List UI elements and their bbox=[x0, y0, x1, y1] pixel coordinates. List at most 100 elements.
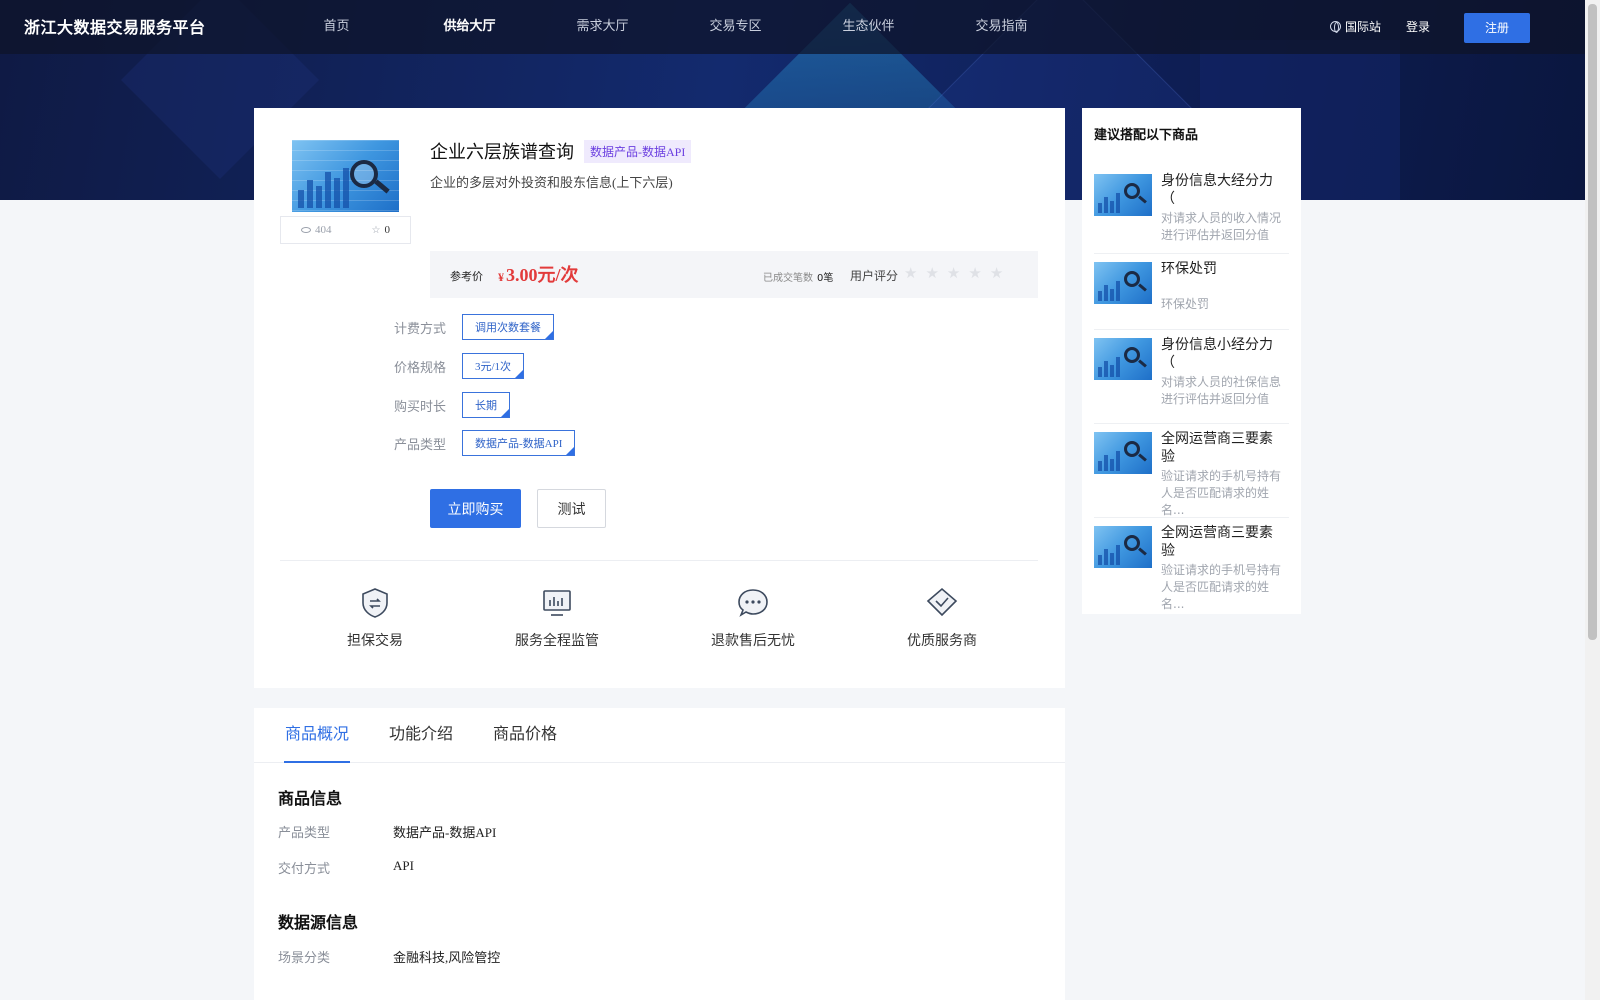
product-title: 企业六层族谱查询 bbox=[430, 142, 574, 162]
info-row-product-type: 产品类型 数据产品-数据API bbox=[278, 822, 496, 841]
spec-label: 产品类型 bbox=[394, 437, 447, 453]
spec-option-product-type[interactable]: 数据产品-数据API bbox=[462, 430, 576, 456]
recommended-thumbnail bbox=[1094, 338, 1152, 380]
globe-icon bbox=[1330, 21, 1341, 33]
section-title-data-source: 数据源信息 bbox=[278, 913, 359, 932]
favorite-count[interactable]: ☆ 0 bbox=[372, 224, 390, 236]
international-site-link[interactable]: 国际站 bbox=[1330, 18, 1381, 35]
favorite-count-value: 0 bbox=[384, 224, 390, 236]
price-bar: 参考价 ¥3.00元/次 已成交笔数 0笔 用户评分 ★ ★ ★ ★ ★ bbox=[430, 251, 1038, 298]
rating-stars: ★ ★ ★ ★ ★ bbox=[904, 264, 1003, 282]
monitor-chart-icon bbox=[543, 590, 571, 616]
nav-item-supply-hall[interactable]: 供给大厅 bbox=[403, 0, 536, 54]
scrollbar-thumb[interactable] bbox=[1588, 4, 1597, 640]
thumbnail-bars bbox=[1098, 545, 1120, 565]
spec-option-billing[interactable]: 调用次数套餐 bbox=[462, 314, 554, 340]
main-nav: 首页 供给大厅 需求大厅 交易专区 生态伙伴 交易指南 bbox=[270, 0, 1068, 54]
recommendation-panel: 建议搭配以下商品 身份信息大经分力（ 对请求人员的收入情况进行评估并返回分值 环… bbox=[1082, 108, 1301, 614]
register-button[interactable]: 注册 bbox=[1464, 13, 1530, 43]
nav-item-home[interactable]: 首页 bbox=[270, 0, 403, 54]
magnifier-handle bbox=[1138, 359, 1147, 368]
feature-full-supervision: 服务全程监管 bbox=[482, 586, 632, 650]
feature-quality-provider: 优质服务商 bbox=[867, 586, 1017, 650]
tab-overview[interactable]: 商品概况 bbox=[284, 708, 351, 763]
shield-exchange-icon bbox=[362, 588, 388, 618]
thumbnail-bars bbox=[1098, 281, 1120, 301]
page-scrollbar[interactable] bbox=[1585, 0, 1600, 1000]
nav-item-demand-hall[interactable]: 需求大厅 bbox=[536, 0, 669, 54]
recommendation-title: 建议搭配以下商品 bbox=[1094, 128, 1199, 143]
nav-item-partners[interactable]: 生态伙伴 bbox=[802, 0, 935, 54]
spec-row-product-type: 产品类型 数据产品-数据API bbox=[394, 430, 576, 456]
recommended-thumbnail bbox=[1094, 262, 1152, 304]
info-value: 数据产品-数据API bbox=[393, 825, 497, 840]
service-features: 担保交易 服务全程监管 退款售后无忧 优质服务商 bbox=[280, 586, 1038, 666]
recommended-name: 身份信息大经分力（ bbox=[1161, 173, 1273, 207]
magnifier-handle bbox=[1138, 547, 1147, 556]
product-type-tag: 数据产品-数据API bbox=[584, 139, 692, 163]
star-icon[interactable]: ★ bbox=[947, 264, 960, 282]
deal-count-label: 已成交笔数 bbox=[763, 273, 813, 284]
recommended-name: 环保处罚 bbox=[1161, 261, 1217, 277]
login-link[interactable]: 登录 bbox=[1406, 18, 1430, 35]
info-key: 场景分类 bbox=[278, 951, 331, 966]
info-row-delivery: 交付方式 API bbox=[278, 858, 414, 877]
nav-item-trade-guide[interactable]: 交易指南 bbox=[935, 0, 1068, 54]
thumbnail-bars bbox=[298, 168, 349, 208]
recommended-desc: 环保处罚 bbox=[1161, 297, 1210, 311]
magnifier-handle bbox=[1138, 283, 1147, 292]
recommended-name: 全网运营商三要素验 bbox=[1161, 431, 1273, 465]
chat-bubble-icon bbox=[738, 589, 768, 617]
diamond-check-icon bbox=[926, 587, 958, 617]
spec-label: 购买时长 bbox=[394, 399, 447, 415]
tab-features[interactable]: 功能介绍 bbox=[388, 708, 454, 763]
deal-count-value: 0笔 bbox=[817, 273, 834, 284]
spec-row-billing: 计费方式 调用次数套餐 bbox=[394, 314, 554, 340]
recommended-thumbnail bbox=[1094, 432, 1152, 474]
recommended-name: 全网运营商三要素验 bbox=[1161, 525, 1273, 559]
info-value: API bbox=[393, 858, 414, 873]
spec-label: 价格规格 bbox=[394, 360, 447, 376]
recommended-item[interactable]: 环保处罚 环保处罚 bbox=[1094, 254, 1289, 330]
magnifier-icon bbox=[350, 160, 378, 188]
price-value: ¥3.00元/次 bbox=[498, 261, 579, 287]
price-amount: 3.00元/次 bbox=[506, 265, 579, 285]
info-key: 交付方式 bbox=[278, 862, 331, 877]
recommended-item[interactable]: 身份信息大经分力（ 对请求人员的收入情况进行评估并返回分值 bbox=[1094, 166, 1289, 254]
spec-option-duration[interactable]: 长期 bbox=[462, 392, 510, 418]
recommended-item[interactable]: 全网运营商三要素验 验证请求的手机号持有人是否匹配请求的姓名... bbox=[1094, 518, 1289, 614]
thumbnail-bars bbox=[1098, 193, 1120, 213]
star-icon[interactable]: ★ bbox=[968, 264, 981, 282]
divider bbox=[280, 560, 1038, 561]
spec-row-price-spec: 价格规格 3元/1次 bbox=[394, 353, 525, 379]
site-logo[interactable]: 浙江大数据交易服务平台 bbox=[24, 14, 206, 38]
test-button[interactable]: 测试 bbox=[537, 489, 606, 528]
top-navbar: 浙江大数据交易服务平台 首页 供给大厅 需求大厅 交易专区 生态伙伴 交易指南 … bbox=[0, 0, 1600, 54]
price-label: 参考价 bbox=[450, 270, 483, 283]
info-row-scenario: 场景分类 金融科技,风险管控 bbox=[278, 947, 500, 966]
tab-pricing[interactable]: 商品价格 bbox=[492, 708, 558, 763]
feature-label: 担保交易 bbox=[347, 633, 403, 649]
buy-now-button[interactable]: 立即购买 bbox=[430, 489, 521, 528]
star-icon[interactable]: ★ bbox=[990, 264, 1003, 282]
spec-option-price-spec[interactable]: 3元/1次 bbox=[462, 353, 525, 379]
product-thumbnail bbox=[292, 140, 399, 212]
recommended-item[interactable]: 全网运营商三要素验 验证请求的手机号持有人是否匹配请求的姓名... bbox=[1094, 424, 1289, 518]
nav-item-trade-zone[interactable]: 交易专区 bbox=[669, 0, 802, 54]
recommended-name: 身份信息小经分力（ bbox=[1161, 337, 1273, 371]
star-icon[interactable]: ★ bbox=[925, 264, 938, 282]
recommended-desc: 对请求人员的收入情况进行评估并返回分值 bbox=[1161, 211, 1282, 242]
product-title-row: 企业六层族谱查询 数据产品-数据API bbox=[430, 138, 692, 164]
view-count: 404 bbox=[301, 224, 332, 236]
recommended-desc: 验证请求的手机号持有人是否匹配请求的姓名... bbox=[1161, 469, 1282, 517]
star-icon[interactable]: ★ bbox=[904, 264, 917, 282]
feature-label: 优质服务商 bbox=[907, 633, 977, 649]
recommended-thumbnail bbox=[1094, 526, 1152, 568]
recommended-item[interactable]: 身份信息小经分力（ 对请求人员的社保信息进行评估并返回分值 bbox=[1094, 330, 1289, 424]
info-key: 产品类型 bbox=[278, 826, 331, 841]
feature-label: 退款售后无忧 bbox=[711, 633, 795, 649]
recommended-desc: 验证请求的手机号持有人是否匹配请求的姓名... bbox=[1161, 563, 1282, 611]
product-tabs-card: 商品概况 功能介绍 商品价格 商品信息 产品类型 数据产品-数据API 交付方式… bbox=[254, 708, 1065, 1000]
magnifier-handle bbox=[1138, 195, 1147, 204]
product-detail-card: 404 ☆ 0 企业六层族谱查询 数据产品-数据API 企业的多层对外投资和股东… bbox=[254, 108, 1065, 688]
